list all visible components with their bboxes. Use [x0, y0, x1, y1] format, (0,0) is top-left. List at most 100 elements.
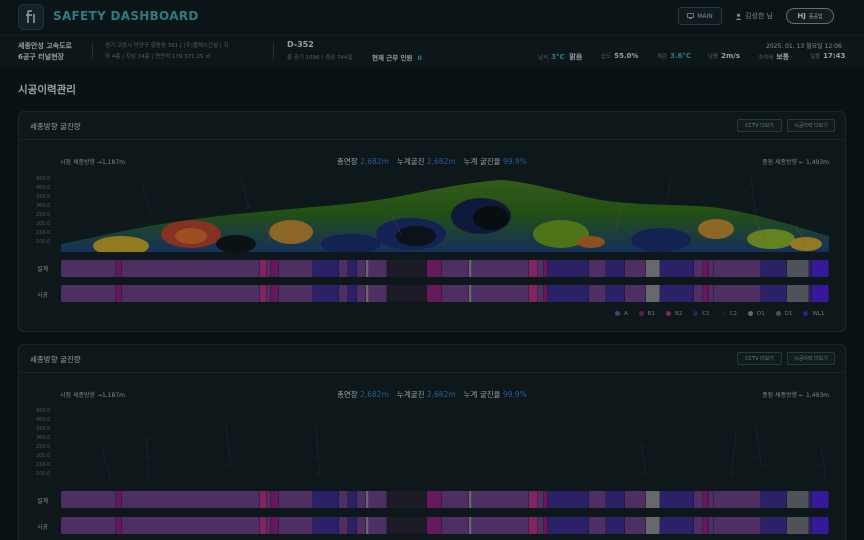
geology-profile-chart: [61, 179, 829, 252]
y-tick: 350.0: [36, 426, 51, 432]
end-label: 종점 세종방향 ← 1,493m: [762, 392, 829, 399]
weather-value: 17:43: [823, 52, 846, 60]
strip-segment: [441, 491, 470, 508]
strip-segment: [548, 285, 590, 302]
strip-segment: [625, 491, 647, 508]
weather-label: 남풍: [708, 54, 719, 60]
strip-segment: [121, 491, 260, 508]
workers-count: 현재 근무 인원 0: [372, 52, 422, 62]
excavation-panel: 세종방향 굴진량 CCTV 더보기 시공이력 더보기 시점 세종방향 →1,18…: [18, 111, 846, 332]
strip-segment: [61, 285, 116, 302]
legend-label: B2: [675, 311, 683, 317]
strip-segment: [548, 491, 590, 508]
total-length-value: 2,682m: [360, 390, 389, 399]
weather-label: 초미세: [758, 55, 774, 61]
user-profile[interactable]: 김성한 님: [735, 11, 773, 21]
workers-label: 현재 근무 인원: [372, 54, 413, 62]
design-label: 설계: [37, 498, 49, 505]
strip-segment: [625, 517, 647, 534]
site-name: 세종안성 고속도로 6공구 터널현장: [18, 41, 72, 63]
cumulative-label: 누계굴진: [396, 157, 425, 166]
legend-item: C2: [720, 311, 737, 317]
cumulative-label: 누계굴진: [396, 390, 425, 399]
strip-segment: [441, 285, 470, 302]
weather-value: 보통: [776, 53, 790, 61]
strip-segment: [693, 285, 703, 302]
rate-value: 99.9%: [502, 390, 527, 399]
strip-segment: [441, 260, 470, 277]
y-tick: 250.0: [36, 444, 51, 450]
app-window: SAFETY DASHBOARD MAIN 김성한 님 HJ 중공업 세종안성 …: [0, 0, 864, 540]
legend-dot-icon: [803, 311, 809, 316]
strip-segment: [121, 285, 260, 302]
legend-dot-icon: [720, 311, 726, 316]
weather-value: 3.6°C: [670, 52, 692, 60]
strip-segment: [259, 260, 268, 277]
y-tick: 300.0: [36, 435, 51, 441]
strip-segment: [387, 285, 428, 302]
top-header: SAFETY DASHBOARD MAIN 김성한 님 HJ 중공업: [0, 0, 864, 34]
cctv-button[interactable]: CCTV 더보기: [737, 119, 782, 132]
strip-segment: [271, 260, 279, 277]
main-button[interactable]: MAIN: [678, 7, 722, 25]
build-strip: [61, 517, 829, 534]
start-label: 시점 세종방향 →1,187m: [60, 159, 125, 166]
strip-segment: [713, 491, 762, 508]
strip-segment: [339, 260, 349, 277]
design-label: 설계: [37, 266, 49, 273]
strip-segment: [278, 491, 314, 508]
strip-segment: [693, 491, 703, 508]
strip-segment: [427, 260, 442, 277]
strip-segment: [441, 517, 470, 534]
strip-segment: [761, 285, 788, 302]
total-length-value: 2,682m: [360, 157, 389, 166]
strip-segment: [427, 491, 442, 508]
history-button[interactable]: 시공이력 더보기: [787, 119, 835, 132]
strip-segment: [313, 517, 340, 534]
strip-segment: [812, 517, 829, 534]
strip-segment: [646, 517, 660, 534]
cctv-button[interactable]: CCTV 더보기: [737, 352, 782, 365]
weather-sunset: 일몰 17:43: [810, 52, 845, 60]
y-tick: 350.0: [36, 194, 51, 200]
legend-item: A: [615, 311, 628, 317]
strip-segment: [368, 517, 388, 534]
rate-label: 누계 굴진율: [463, 390, 501, 399]
strip-segment: [528, 260, 539, 277]
strip-segment: [702, 517, 710, 534]
y-tick: 450.0: [36, 176, 51, 182]
strip-segment: [702, 260, 710, 277]
legend-dot-icon: [666, 311, 672, 316]
y-tick: 150.0: [36, 230, 51, 236]
strip-segment: [61, 491, 116, 508]
strip-segment: [61, 517, 116, 534]
strip-segment: [357, 260, 366, 277]
workers-value: 0: [417, 54, 422, 62]
strip-segment: [348, 285, 358, 302]
y-tick: 450.0: [36, 408, 51, 414]
strip-segment: [357, 517, 366, 534]
weather-label: 습도: [601, 54, 612, 60]
history-button[interactable]: 시공이력 더보기: [787, 352, 835, 365]
strip-segment: [702, 491, 710, 508]
strip-segment: [472, 285, 529, 302]
strip-segment: [605, 517, 626, 534]
strip-segment: [528, 517, 539, 534]
y-tick: 200.0: [36, 221, 51, 227]
app-logo-icon[interactable]: [18, 4, 44, 30]
strip-segment: [121, 517, 260, 534]
strip-segment: [589, 260, 606, 277]
y-tick: 150.0: [36, 462, 51, 468]
strip-segment: [787, 517, 809, 534]
strip-segment: [702, 285, 710, 302]
strip-segment: [357, 491, 366, 508]
legend-dot-icon: [748, 311, 754, 316]
weather-extra: 맑음: [569, 53, 583, 61]
strip-segment: [121, 260, 260, 277]
strip-segment: [589, 517, 606, 534]
weather-value: 3°C: [551, 53, 565, 61]
strip-segment: [812, 491, 829, 508]
strip-segment: [761, 260, 788, 277]
legend-label: B1: [647, 311, 656, 317]
strip-segment: [339, 491, 349, 508]
